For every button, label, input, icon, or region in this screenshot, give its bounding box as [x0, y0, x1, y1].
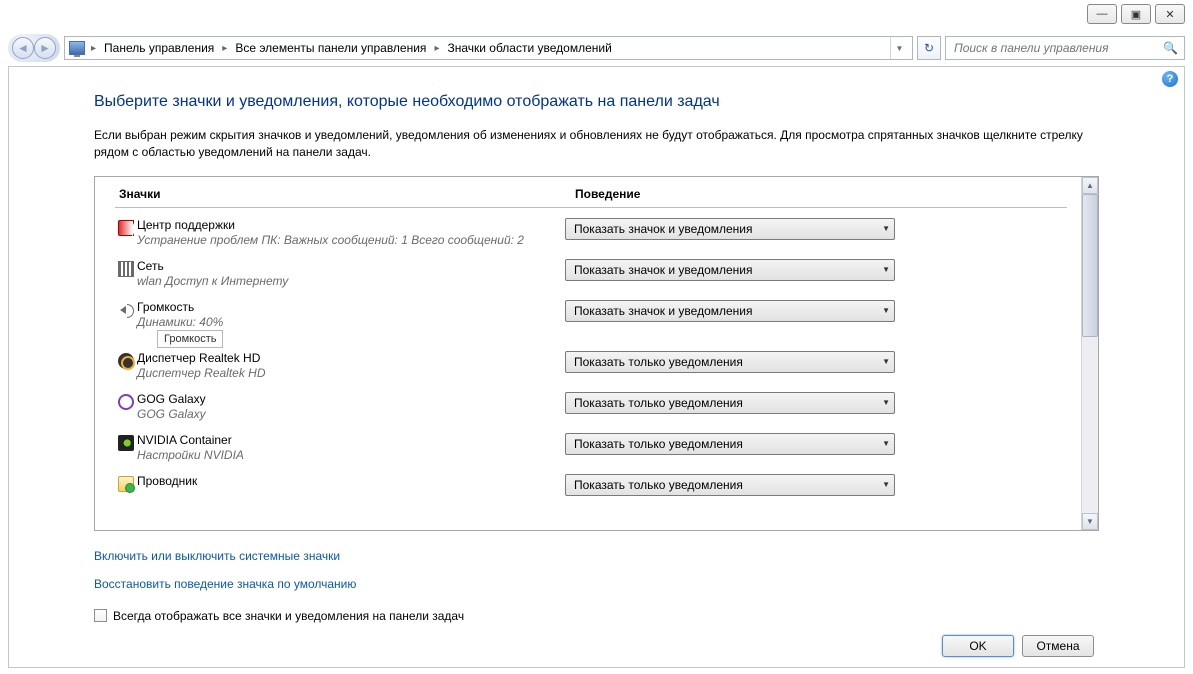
- search-box[interactable]: 🔍: [945, 36, 1185, 60]
- refresh-icon: ↻: [924, 41, 934, 55]
- dropdown-value: Показать только уведомления: [574, 355, 743, 369]
- item-title: Центр поддержки: [137, 218, 555, 232]
- help-button[interactable]: ?: [1162, 71, 1178, 87]
- close-button[interactable]: ✕: [1155, 4, 1185, 24]
- item-title: Диспетчер Realtek HD: [137, 351, 555, 365]
- item-title: Проводник: [137, 474, 555, 488]
- maximize-button[interactable]: ▣: [1121, 4, 1151, 24]
- breadcrumb[interactable]: Значки области уведомлений: [445, 41, 613, 55]
- list-item: Диспетчер Realtek HD Диспетчер Realtek H…: [115, 351, 1067, 380]
- dropdown-value: Показать значок и уведомления: [574, 222, 753, 236]
- breadcrumb[interactable]: Все элементы панели управления: [233, 41, 428, 55]
- breadcrumb[interactable]: Панель управления: [102, 41, 216, 55]
- chevron-right-icon: ▸: [432, 43, 441, 54]
- behavior-dropdown[interactable]: Показать только уведомления ▼: [565, 351, 895, 373]
- item-title: Сеть: [137, 259, 555, 273]
- address-dropdown[interactable]: ▼: [890, 37, 908, 59]
- behavior-dropdown[interactable]: Показать только уведомления ▼: [565, 474, 895, 496]
- gog-icon: [118, 394, 134, 410]
- behavior-dropdown[interactable]: Показать значок и уведомления ▼: [565, 218, 895, 240]
- control-panel-icon: [69, 41, 85, 55]
- list-item: Сеть wlan Доступ к Интернету Показать зн…: [115, 259, 1067, 288]
- minimize-button[interactable]: —: [1087, 4, 1117, 24]
- chevron-down-icon: ▼: [882, 480, 890, 489]
- flag-icon: [118, 220, 134, 236]
- search-input[interactable]: [952, 38, 1163, 58]
- item-subtitle: Устранение проблем ПК: Важных сообщений:…: [137, 233, 555, 247]
- nvidia-icon: [118, 435, 134, 451]
- always-show-row: Всегда отображать все значки и уведомлен…: [94, 609, 1099, 623]
- scrollbar[interactable]: ▲ ▼: [1081, 177, 1098, 530]
- footer-buttons: OK Отмена: [942, 635, 1094, 657]
- realtek-icon: [118, 353, 134, 369]
- restore-defaults-link[interactable]: Восстановить поведение значка по умолчан…: [94, 577, 356, 591]
- behavior-dropdown[interactable]: Показать значок и уведомления ▼: [565, 300, 895, 322]
- explorer-icon: [118, 476, 134, 492]
- item-subtitle: Динамики: 40%: [137, 315, 555, 329]
- item-subtitle: Настройки NVIDIA: [137, 448, 555, 462]
- item-subtitle: Диспетчер Realtek HD: [137, 366, 555, 380]
- column-header-behavior: Поведение: [575, 187, 1067, 201]
- item-subtitle: GOG Galaxy: [137, 407, 555, 421]
- item-title: Громкость: [137, 300, 555, 314]
- list-item: Проводник Показать только уведомления ▼: [115, 474, 1067, 496]
- back-button[interactable]: ◄: [12, 37, 34, 59]
- page-title: Выберите значки и уведомления, которые н…: [94, 93, 1099, 111]
- always-show-label: Всегда отображать все значки и уведомлен…: [113, 609, 464, 623]
- item-title: GOG Galaxy: [137, 392, 555, 406]
- cancel-button[interactable]: Отмена: [1022, 635, 1094, 657]
- dropdown-value: Показать только уведомления: [574, 478, 743, 492]
- always-show-checkbox[interactable]: [94, 609, 107, 622]
- scroll-thumb[interactable]: [1082, 194, 1098, 338]
- dropdown-value: Показать значок и уведомления: [574, 304, 753, 318]
- behavior-dropdown[interactable]: Показать только уведомления ▼: [565, 392, 895, 414]
- icon-list: Значки Поведение Центр поддержки Устране…: [95, 177, 1081, 530]
- item-title: NVIDIA Container: [137, 433, 555, 447]
- content: Выберите значки и уведомления, которые н…: [94, 87, 1099, 623]
- forward-button[interactable]: ►: [34, 37, 56, 59]
- tooltip: Громкость: [157, 330, 223, 348]
- item-subtitle: wlan Доступ к Интернету: [137, 274, 555, 288]
- list-item: Громкость Динамики: 40% Громкость Показа…: [115, 300, 1067, 329]
- links-area: Включить или выключить системные значки …: [94, 549, 1099, 623]
- chevron-down-icon: ▼: [882, 306, 890, 315]
- chevron-down-icon: ▼: [882, 357, 890, 366]
- icon-list-frame: Значки Поведение Центр поддержки Устране…: [94, 176, 1099, 531]
- chevron-down-icon: ▼: [882, 265, 890, 274]
- dropdown-value: Показать только уведомления: [574, 437, 743, 451]
- nav-buttons: ◄ ►: [8, 34, 60, 62]
- refresh-button[interactable]: ↻: [917, 36, 941, 60]
- network-icon: [118, 261, 134, 277]
- list-item: GOG Galaxy GOG Galaxy Показать только ув…: [115, 392, 1067, 421]
- ok-button[interactable]: OK: [942, 635, 1014, 657]
- dropdown-value: Показать только уведомления: [574, 396, 743, 410]
- column-header-icons: Значки: [115, 187, 575, 201]
- window-controls: — ▣ ✕: [1087, 4, 1185, 24]
- toolbar: ◄ ► ▸ Панель управления ▸ Все элементы п…: [8, 33, 1185, 63]
- content-frame: ? Выберите значки и уведомления, которые…: [8, 66, 1185, 668]
- chevron-down-icon: ▼: [882, 439, 890, 448]
- chevron-down-icon: ▼: [882, 398, 890, 407]
- volume-icon: [118, 302, 134, 318]
- column-headers: Значки Поведение: [115, 183, 1067, 208]
- scroll-up-button[interactable]: ▲: [1082, 177, 1098, 194]
- search-icon: 🔍: [1163, 41, 1178, 55]
- page-description: Если выбран режим скрытия значков и увед…: [94, 127, 1099, 162]
- list-item: Центр поддержки Устранение проблем ПК: В…: [115, 218, 1067, 247]
- behavior-dropdown[interactable]: Показать только уведомления ▼: [565, 433, 895, 455]
- behavior-dropdown[interactable]: Показать значок и уведомления ▼: [565, 259, 895, 281]
- address-bar[interactable]: ▸ Панель управления ▸ Все элементы панел…: [64, 36, 913, 60]
- dropdown-value: Показать значок и уведомления: [574, 263, 753, 277]
- scroll-down-button[interactable]: ▼: [1082, 513, 1098, 530]
- system-icons-link[interactable]: Включить или выключить системные значки: [94, 549, 340, 563]
- list-item: NVIDIA Container Настройки NVIDIA Показа…: [115, 433, 1067, 462]
- chevron-down-icon: ▼: [882, 224, 890, 233]
- scroll-track[interactable]: [1082, 194, 1098, 513]
- chevron-right-icon: ▸: [89, 43, 98, 54]
- chevron-right-icon: ▸: [220, 43, 229, 54]
